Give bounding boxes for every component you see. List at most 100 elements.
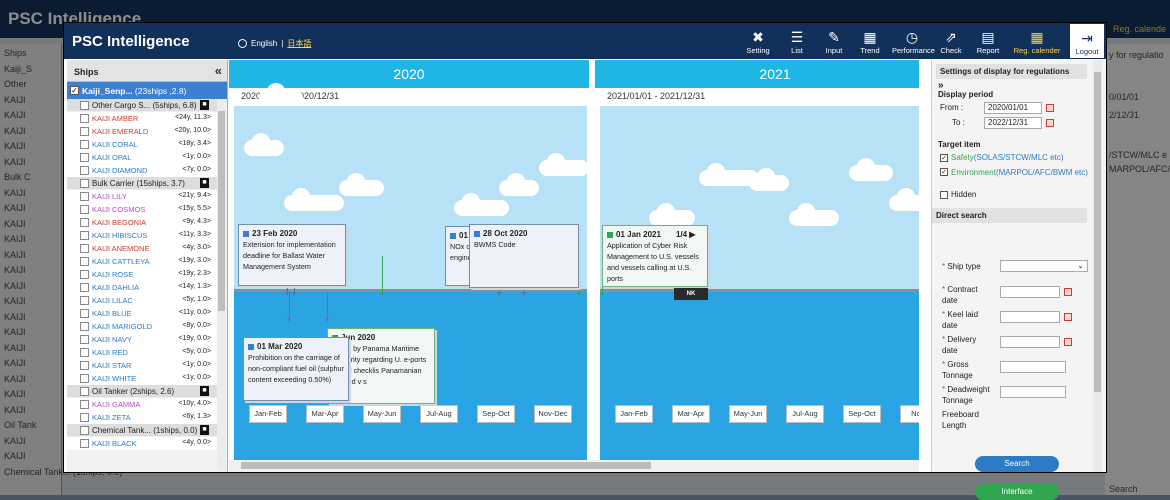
regulation-event-card[interactable]: 01 Mar 2020 Prohibition on the carriage o… [243, 337, 349, 401]
ship-row[interactable]: KAIJI ANEMONE <4y, 3.0> [67, 242, 217, 255]
calendar-icon[interactable] [1064, 313, 1072, 321]
date-field-input[interactable] [1000, 336, 1060, 348]
toolbar-input-button[interactable]: ✎ Input [816, 23, 852, 59]
group-checkbox[interactable] [80, 179, 89, 188]
month-button[interactable]: Mar-Apr [672, 405, 710, 423]
ship-checkbox[interactable] [80, 153, 89, 162]
fleet-checkbox[interactable]: ✓ [70, 86, 79, 95]
ship-row[interactable]: KAIJI COSMOS <15y, 5.5> [67, 203, 217, 216]
tonnage-input[interactable] [1000, 361, 1066, 373]
toolbar-reg-calender-button[interactable]: ▦ Reg. calender [1007, 23, 1067, 59]
month-button[interactable]: Nov-Dec [534, 405, 572, 423]
calendar-icon[interactable] [1046, 119, 1054, 127]
to-date-input[interactable]: 2022/12/31 [984, 117, 1042, 129]
group-toggle-icon[interactable]: ■ [200, 425, 209, 435]
toolbar-performance-button[interactable]: ◷ Performance [892, 23, 935, 59]
ship-row[interactable]: KAIJI RED <5y, 0.0> [67, 346, 217, 359]
timeline-scrollbar[interactable] [229, 460, 919, 472]
tonnage-input[interactable] [1000, 386, 1066, 398]
ship-row[interactable]: KAIJI STAR <1y, 0.0> [67, 359, 217, 372]
group-checkbox[interactable] [80, 387, 89, 396]
ship-row[interactable]: KAIJI BLACK <4y, 0.0> [67, 437, 217, 450]
ship-type-select[interactable]: ⌄ [1000, 260, 1088, 272]
month-button[interactable]: May-Jun [729, 405, 767, 423]
ship-checkbox[interactable] [80, 374, 89, 383]
ship-checkbox[interactable] [80, 244, 89, 253]
ship-row[interactable]: KAIJI OPAL <1y, 0.0> [67, 151, 217, 164]
group-toggle-icon[interactable]: ■ [200, 386, 209, 396]
date-field-input[interactable] [1000, 286, 1060, 298]
toolbar-list-button[interactable]: ☰ List [779, 23, 815, 59]
safety-checkbox[interactable]: ✓ [940, 154, 948, 162]
month-button[interactable]: Nov- [900, 405, 919, 423]
ship-row[interactable]: KAIJI NAVY <19y, 0.0> [67, 333, 217, 346]
month-button[interactable]: Sep-Oct [477, 405, 515, 423]
ship-checkbox[interactable] [80, 205, 89, 214]
ship-row[interactable]: KAIJI GAMMA <10y, 4.0> [67, 398, 217, 411]
month-button[interactable]: May-Jun [363, 405, 401, 423]
ship-row[interactable]: KAIJI BLUE <11y, 0.0> [67, 307, 217, 320]
interface-button[interactable]: Interface [975, 484, 1059, 500]
ship-checkbox[interactable] [80, 296, 89, 305]
ship-checkbox[interactable] [80, 335, 89, 344]
ship-list-scrollbar[interactable] [217, 99, 226, 471]
selected-fleet-row[interactable]: ✓ Kaiji_Senp... (23ships ,2.8) [67, 82, 227, 99]
ship-group-row[interactable]: Bulk Carrier (15ships, 3.7) ■ [67, 177, 217, 190]
ship-checkbox[interactable] [80, 270, 89, 279]
ship-row[interactable]: KAIJI BEGONIA <9y, 4.3> [67, 216, 217, 229]
ship-row[interactable]: KAIJI ROSE <19y, 2.3> [67, 268, 217, 281]
calendar-icon[interactable] [1046, 104, 1054, 112]
collapse-panel-icon[interactable]: « [215, 63, 222, 78]
ship-row[interactable]: KAIJI EMERALD <20y, 10.0> [67, 125, 217, 138]
ship-checkbox[interactable] [80, 218, 89, 227]
ship-checkbox[interactable] [80, 361, 89, 370]
month-button[interactable]: Jan-Feb [615, 405, 653, 423]
ship-checkbox[interactable] [80, 348, 89, 357]
regulation-event-card[interactable]: 23 Feb 2020 Extension for implementation … [238, 224, 346, 286]
ship-checkbox[interactable] [80, 413, 89, 422]
group-toggle-icon[interactable]: ■ [200, 178, 209, 188]
calendar-icon[interactable] [1064, 338, 1072, 346]
calendar-icon[interactable] [1064, 288, 1072, 296]
month-button[interactable]: Jul-Aug [786, 405, 824, 423]
ship-checkbox[interactable] [80, 192, 89, 201]
ship-row[interactable]: KAIJI CATTLEYA <19y, 3.0> [67, 255, 217, 268]
settings-scrollbar[interactable] [1093, 60, 1102, 472]
ship-group-row[interactable]: Other Cargo S... (5ships, 6.8) ■ [67, 99, 217, 112]
month-button[interactable]: Jul-Aug [420, 405, 458, 423]
month-button[interactable]: Sep-Oct [843, 405, 881, 423]
ship-checkbox[interactable] [80, 400, 89, 409]
group-checkbox[interactable] [80, 101, 89, 110]
ship-row[interactable]: KAIJI MARIGOLD <8y, 0.0> [67, 320, 217, 333]
scrollbar-thumb[interactable] [241, 462, 651, 469]
ship-checkbox[interactable] [80, 322, 89, 331]
search-button[interactable]: Search [975, 456, 1059, 472]
lang-japanese[interactable]: 日本語 [287, 38, 311, 49]
ship-checkbox[interactable] [80, 283, 89, 292]
ship-group-row[interactable]: Oil Tanker (2ships, 2.6) ■ [67, 385, 217, 398]
toolbar-trend-button[interactable]: ▦ Trend [852, 23, 888, 59]
toolbar-report-button[interactable]: ▤ Report [970, 23, 1006, 59]
ship-row[interactable]: KAIJI HIBISCUS <11y, 3.3> [67, 229, 217, 242]
ship-row[interactable]: KAIJI AMBER <24y, 11.3> [67, 112, 217, 125]
ship-group-row[interactable]: Chemical Tank... (1ships, 0.0) ■ [67, 424, 217, 437]
from-date-input[interactable]: 2020/01/01 [984, 102, 1042, 114]
ship-checkbox[interactable] [80, 140, 89, 149]
ship-checkbox[interactable] [80, 309, 89, 318]
ship-checkbox[interactable] [80, 127, 89, 136]
lang-english[interactable]: English [251, 39, 277, 48]
ship-checkbox[interactable] [80, 257, 89, 266]
ship-checkbox[interactable] [80, 231, 89, 240]
month-button[interactable]: Jan-Feb [249, 405, 287, 423]
group-checkbox[interactable] [80, 426, 89, 435]
ship-row[interactable]: KAIJI LILAC <5y, 1.0> [67, 294, 217, 307]
scrollbar-thumb[interactable] [218, 111, 225, 311]
ship-checkbox[interactable] [80, 114, 89, 123]
regulation-event-card[interactable]: 28 Oct 2020 BWMS Code [469, 224, 579, 288]
ship-row[interactable]: KAIJI WHITE <1y, 0.0> [67, 372, 217, 385]
environment-checkbox[interactable]: ✓ [940, 168, 948, 176]
ship-row[interactable]: KAIJI DAHLIA <14y, 1.3> [67, 281, 217, 294]
month-button[interactable]: Mar-Apr [306, 405, 344, 423]
ship-row[interactable]: KAIJI LILY <21y, 9.4> [67, 190, 217, 203]
toolbar-setting-button[interactable]: ✖ Setting [740, 23, 776, 59]
